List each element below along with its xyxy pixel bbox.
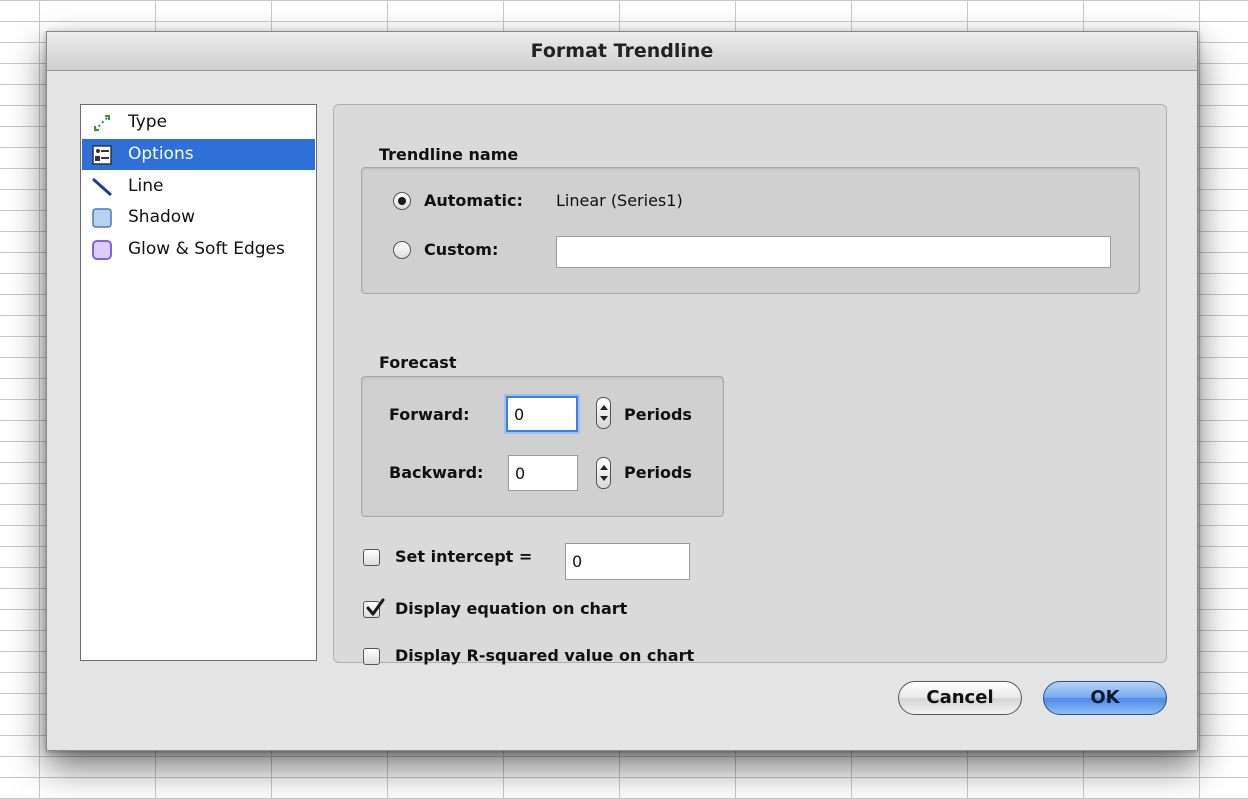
backward-input[interactable] — [508, 455, 578, 491]
sidebar-item-shadow[interactable]: Shadow — [82, 202, 315, 233]
custom-name-input[interactable] — [556, 236, 1111, 268]
shadow-icon — [92, 208, 112, 228]
sidebar-item-options[interactable]: Options — [82, 139, 315, 170]
backward-units: Periods — [624, 463, 692, 482]
ok-button[interactable]: OK — [1043, 681, 1167, 715]
category-list: Type Options Line Shadow Glow & Soft Edg… — [80, 104, 317, 661]
sidebar-item-label: Glow & Soft Edges — [128, 239, 285, 259]
sidebar-item-type[interactable]: Type — [82, 107, 315, 138]
format-trendline-dialog: Format Trendline Type Options Line Shado… — [46, 31, 1198, 751]
glow-icon — [92, 240, 112, 260]
trendline-name-title: Trendline name — [379, 145, 519, 164]
set-intercept-label: Set intercept = — [395, 547, 533, 566]
display-equation-label: Display equation on chart — [395, 599, 628, 618]
custom-radio[interactable] — [393, 241, 411, 259]
forward-units: Periods — [624, 405, 692, 424]
sidebar-item-line[interactable]: Line — [82, 171, 315, 202]
trendline-type-icon — [94, 115, 110, 131]
intercept-input[interactable] — [565, 543, 690, 580]
options-panel: Trendline name Automatic: Linear (Series… — [333, 104, 1167, 665]
cancel-button[interactable]: Cancel — [898, 681, 1022, 715]
dialog-title: Format Trendline — [47, 32, 1197, 71]
automatic-radio[interactable] — [393, 192, 411, 210]
line-icon — [92, 177, 112, 197]
backward-label: Backward: — [389, 463, 484, 482]
forecast-title: Forecast — [379, 353, 457, 372]
sidebar-item-label: Line — [128, 176, 164, 196]
backward-stepper[interactable] — [596, 457, 611, 489]
custom-label: Custom: — [424, 240, 499, 259]
display-equation-checkbox[interactable] — [363, 598, 385, 618]
sidebar-item-glow[interactable]: Glow & Soft Edges — [82, 234, 315, 265]
forward-input[interactable] — [506, 396, 578, 432]
automatic-name-value: Linear (Series1) — [556, 191, 683, 210]
sidebar-item-label: Options — [128, 144, 194, 164]
trendline-name-group: Automatic: Linear (Series1) Custom: — [361, 167, 1140, 294]
sidebar-item-label: Shadow — [128, 207, 196, 227]
display-rsquared-label: Display R-squared value on chart — [395, 646, 695, 665]
forecast-group: Forward: Periods Backward: Periods — [361, 376, 724, 517]
options-icon — [92, 145, 112, 165]
checkmark-icon — [366, 598, 385, 616]
automatic-label: Automatic: — [424, 191, 523, 210]
forward-label: Forward: — [389, 405, 470, 424]
display-rsquared-checkbox[interactable] — [363, 648, 380, 665]
set-intercept-checkbox[interactable] — [363, 549, 380, 566]
forward-stepper[interactable] — [596, 397, 611, 429]
sidebar-item-label: Type — [128, 112, 168, 132]
